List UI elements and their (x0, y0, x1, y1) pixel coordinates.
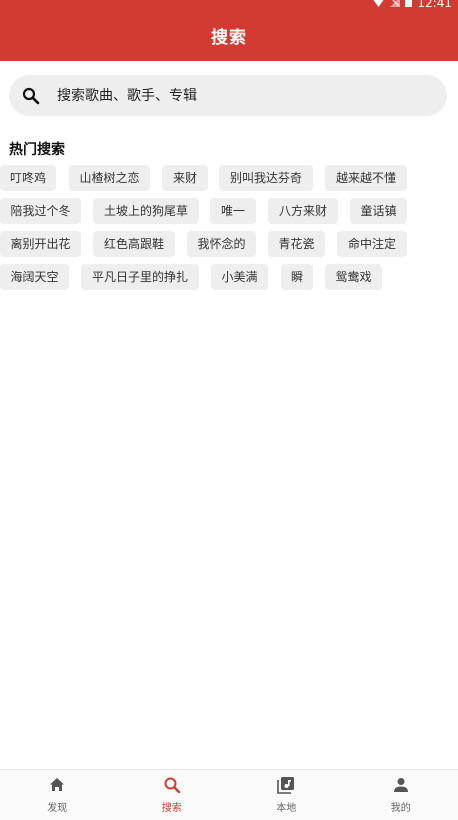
page-title: 搜索 (211, 28, 247, 48)
hot-tag[interactable]: 离别开出花 (0, 231, 81, 257)
hot-tag[interactable]: 来财 (162, 165, 208, 191)
tag-row: 陪我过个冬 土坡上的狗尾草 唯一 八方来财 童话镇 (0, 198, 458, 224)
battery-icon (405, 0, 413, 9)
nav-item-discover[interactable]: 发现 (0, 770, 115, 820)
nav-item-mine[interactable]: 我的 (344, 770, 458, 820)
app-bar: 搜索 (0, 10, 458, 61)
wifi-icon (372, 0, 385, 9)
nav-label: 我的 (390, 803, 411, 814)
nav-item-search[interactable]: 搜索 (115, 770, 230, 820)
status-time: 12:41 (417, 0, 452, 10)
hot-search-tags: 叮咚鸡 山楂树之恋 来财 别叫我达芬奇 越来越不懂 陪我过个冬 土坡上的狗尾草 … (0, 165, 458, 297)
tag-row: 叮咚鸡 山楂树之恋 来财 别叫我达芬奇 越来越不懂 (0, 165, 458, 191)
hot-tag[interactable]: 唯一 (210, 198, 256, 224)
hot-tag[interactable]: 童话镇 (350, 198, 407, 224)
hot-tag[interactable]: 平凡日子里的挣扎 (81, 264, 199, 290)
nav-label: 本地 (276, 803, 297, 814)
search-bar[interactable] (9, 75, 447, 116)
hot-tag[interactable]: 小美满 (211, 264, 268, 290)
hot-tag[interactable]: 海阔天空 (0, 264, 69, 290)
hot-tag[interactable]: 瞬 (281, 264, 313, 290)
bottom-navigation: 发现 搜索 本地 我的 (0, 769, 458, 820)
hot-tag[interactable]: 红色高跟鞋 (93, 231, 175, 257)
search-input[interactable] (55, 86, 419, 105)
hot-tag[interactable]: 土坡上的狗尾草 (93, 198, 199, 224)
search-icon (163, 776, 181, 797)
hot-tag[interactable]: 越来越不懂 (325, 165, 407, 191)
tag-row: 离别开出花 红色高跟鞋 我怀念的 青花瓷 命中注定 (0, 231, 458, 257)
hot-tag[interactable]: 叮咚鸡 (0, 165, 56, 191)
status-bar: 12:41 (0, 0, 458, 10)
nav-item-local[interactable]: 本地 (229, 770, 344, 820)
nav-label: 搜索 (161, 803, 182, 814)
hot-search-heading: 热门搜索 (9, 142, 65, 158)
person-icon (392, 776, 410, 797)
signal-icon (390, 0, 401, 9)
hot-tag[interactable]: 山楂树之恋 (69, 165, 150, 191)
music-library-icon (277, 776, 295, 797)
hot-tag[interactable]: 陪我过个冬 (0, 198, 81, 224)
search-icon (21, 86, 41, 106)
nav-label: 发现 (47, 803, 68, 814)
tag-row: 海阔天空 平凡日子里的挣扎 小美满 瞬 鸳鸯戏 (0, 264, 458, 290)
hot-tag[interactable]: 八方来财 (268, 198, 338, 224)
home-icon (48, 776, 66, 797)
hot-tag[interactable]: 别叫我达芬奇 (219, 165, 313, 191)
hot-tag[interactable]: 青花瓷 (268, 231, 325, 257)
hot-tag[interactable]: 我怀念的 (187, 231, 256, 257)
hot-tag[interactable]: 命中注定 (337, 231, 407, 257)
hot-tag[interactable]: 鸳鸯戏 (325, 264, 382, 290)
